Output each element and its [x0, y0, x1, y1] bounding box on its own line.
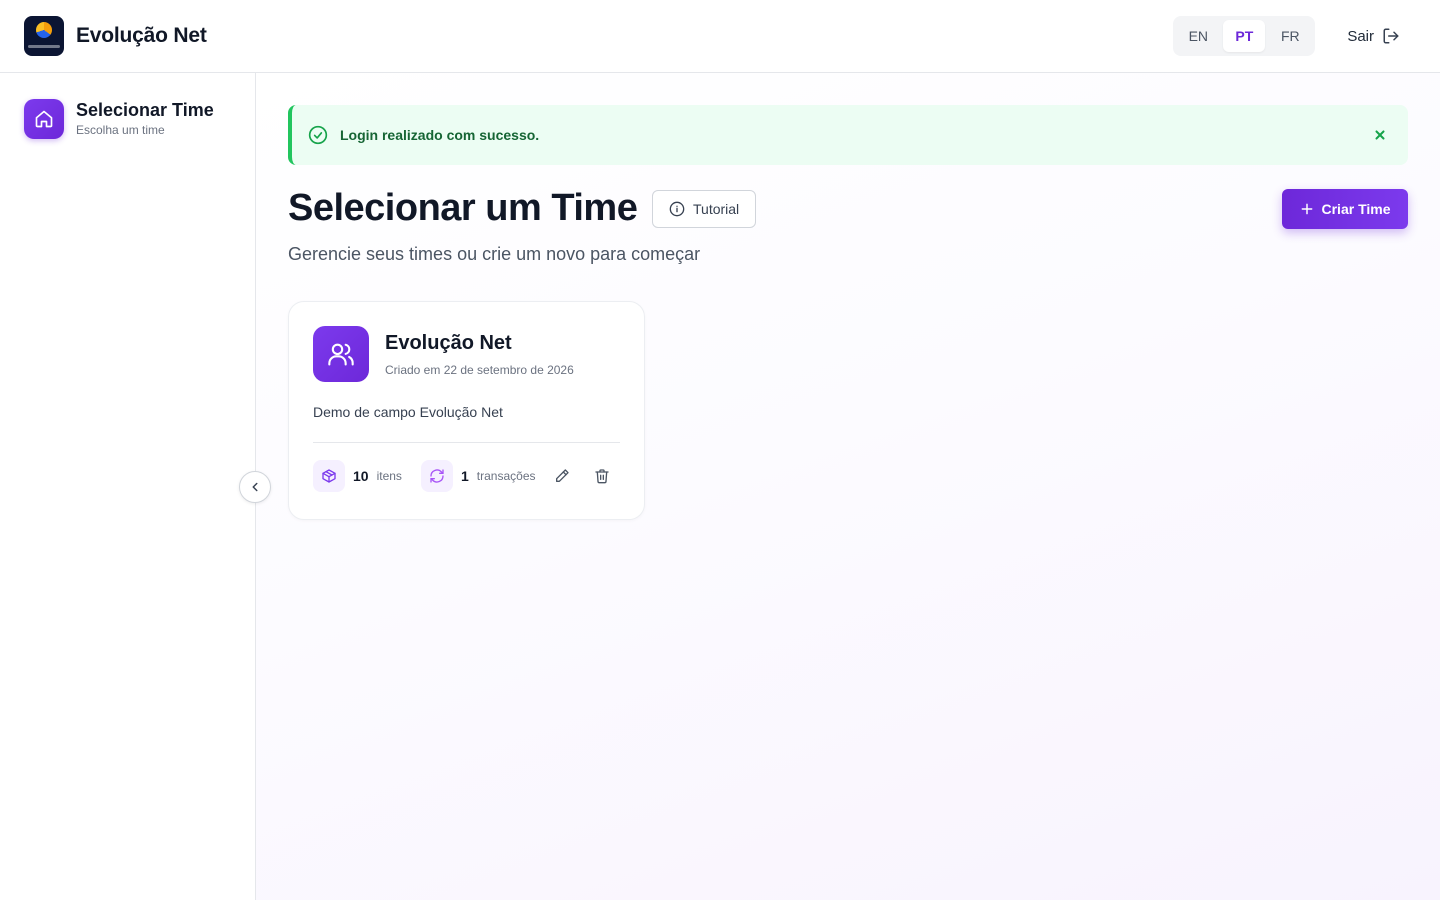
transactions-stat: 1 transações — [421, 460, 536, 492]
team-card[interactable]: Evolução Net Criado em 22 de setembro de… — [288, 301, 645, 520]
alert-message: Login realizado com sucesso. — [340, 127, 540, 143]
page-subtitle: Gerencie seus times ou crie um novo para… — [288, 244, 701, 264]
create-team-label: Criar Time — [1321, 201, 1391, 217]
team-created-date: Criado em 22 de setembro de 2026 — [385, 363, 574, 377]
home-icon — [24, 99, 64, 139]
page-title: Selecionar um Time — [288, 187, 638, 229]
language-pt-button[interactable]: PT — [1223, 20, 1266, 52]
logo-emblem — [36, 22, 52, 38]
tutorial-button[interactable]: Tutorial — [652, 190, 757, 228]
app-logo[interactable] — [24, 16, 64, 56]
items-label: itens — [376, 469, 402, 483]
refresh-icon — [421, 460, 453, 492]
success-alert: Login realizado com sucesso. — [288, 105, 1408, 165]
team-avatar — [313, 326, 369, 382]
sidebar-item-subtitle: Escolha um time — [76, 123, 165, 137]
logout-label: Sair — [1347, 27, 1374, 45]
transactions-label: transações — [476, 469, 536, 483]
pencil-icon — [556, 469, 569, 482]
items-stat: 10 itens — [313, 460, 402, 492]
users-icon — [328, 343, 354, 366]
create-team-button[interactable]: Criar Time — [1282, 189, 1408, 229]
close-icon — [1375, 130, 1385, 140]
sidebar: Selecionar Time Escolha um time — [0, 73, 256, 900]
card-divider — [313, 442, 620, 443]
app-title: Evolução Net — [76, 24, 207, 47]
chevron-left-icon — [252, 482, 258, 492]
language-switcher: EN PT FR — [1173, 16, 1316, 56]
alert-close-button[interactable] — [1370, 125, 1390, 145]
trash-icon — [595, 469, 609, 484]
header-actions: EN PT FR Sair — [1173, 16, 1416, 56]
tutorial-label: Tutorial — [693, 201, 740, 217]
sidebar-item-title: Selecionar Time — [76, 100, 214, 120]
sidebar-collapse-button[interactable] — [239, 471, 271, 503]
check-circle-icon — [308, 125, 328, 145]
edit-team-button[interactable] — [553, 467, 571, 485]
top-header: Evolução Net EN PT FR Sair — [0, 0, 1440, 73]
transactions-count: 1 — [461, 468, 469, 484]
logout-icon — [1383, 28, 1399, 44]
items-count: 10 — [353, 468, 369, 484]
plus-icon — [1301, 203, 1312, 215]
language-en-button[interactable]: EN — [1177, 20, 1219, 52]
language-fr-button[interactable]: FR — [1269, 20, 1311, 52]
main-content: Login realizado com sucesso. Selecionar … — [256, 73, 1440, 900]
delete-team-button[interactable] — [593, 467, 611, 485]
team-description: Demo de campo Evolução Net — [313, 404, 503, 420]
package-icon — [313, 460, 345, 492]
team-name: Evolução Net — [385, 332, 512, 354]
info-icon — [669, 201, 685, 217]
logo-wordmark — [28, 45, 60, 48]
sidebar-item-select-team[interactable]: Selecionar Time Escolha um time — [24, 99, 214, 139]
logout-button[interactable]: Sair — [1347, 27, 1400, 45]
